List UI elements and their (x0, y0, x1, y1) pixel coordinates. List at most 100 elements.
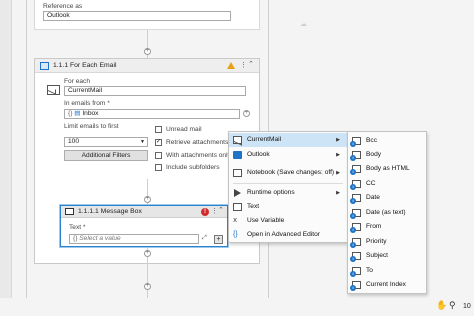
outlook-activity-icon (40, 62, 49, 70)
with-attachments-label: With attachments only (166, 152, 231, 159)
submenu-item-date[interactable]: i Date (348, 191, 426, 205)
reference-as-label: Reference as (43, 3, 83, 10)
collapse-icon[interactable]: ⌃ (248, 60, 254, 68)
retrieve-attachments-checkbox[interactable]: ✓ (155, 139, 162, 146)
menu-item-outlook[interactable]: Outlook ▶ (229, 148, 347, 162)
unread-mail-label: Unread mail (166, 126, 202, 133)
value-context-menu: CurrentMail ▶ Outlook ▶ Notebook (Save c… (228, 131, 348, 243)
submenu-item-from[interactable]: i From (348, 220, 426, 234)
envelope-icon (47, 85, 60, 95)
mail-field-icon: i (350, 194, 361, 204)
folder-icon: ▤ (74, 110, 81, 117)
for-each-label: For each (64, 78, 91, 85)
mail-field-icon: i (350, 238, 361, 248)
braces-icon: {} (68, 110, 73, 117)
text-label: Text * (69, 224, 86, 231)
submenu-item-subject[interactable]: i Subject (348, 249, 426, 263)
add-value-button[interactable]: + (214, 235, 223, 244)
menu-dots-icon[interactable]: ⋮ (240, 61, 247, 69)
outlook-icon (233, 151, 242, 159)
retrieve-attachments-label: Retrieve attachments (166, 139, 229, 146)
watermark: ☁ (300, 21, 307, 28)
braces-icon: {} (233, 231, 238, 238)
status-bar: ✋ ⚲ 10 (0, 298, 474, 316)
mail-field-icon: i (350, 151, 361, 161)
menu-item-text[interactable]: Text (229, 200, 347, 214)
submenu-item-body[interactable]: i Body (348, 148, 426, 162)
zoom-level[interactable]: 10 (463, 303, 471, 310)
menu-item-label: Notebook (Save changes: off) (247, 169, 335, 176)
mail-field-icon: i (350, 137, 361, 147)
include-subfolders-label: Include subfolders (166, 164, 220, 171)
add-folder-button[interactable]: + (243, 110, 250, 117)
reference-as-field[interactable]: Outlook (43, 11, 231, 21)
chevron-right-icon: ▶ (336, 170, 340, 176)
submenu-item-current-index[interactable]: i Current Index (348, 278, 426, 292)
menu-item-currentmail[interactable]: CurrentMail ▶ (229, 133, 347, 147)
submenu-item-cc[interactable]: i CC (348, 177, 426, 191)
message-text-field[interactable]: {} Select a value (69, 234, 199, 244)
search-icon[interactable]: ⚲ (449, 300, 456, 311)
envelope-icon (233, 136, 242, 144)
sequence-line (26, 0, 27, 298)
add-after-message-button[interactable]: + (144, 250, 151, 257)
menu-item-runtime-options[interactable]: Runtime options ▶ (229, 186, 347, 200)
menu-item-label: Use Variable (247, 217, 285, 224)
submenu-item-bcc[interactable]: i Bcc (348, 134, 426, 148)
chevron-down-icon: ▼ (140, 139, 145, 145)
mail-field-icon: i (350, 180, 361, 190)
mail-field-icon: i (350, 209, 361, 219)
in-emails-from-label: In emails from * (64, 100, 110, 107)
add-activity-bottom-button[interactable]: + (144, 283, 151, 290)
message-box-activity[interactable]: 1.1.1.1 Message Box ! ⋮ ⌃ Text * {} Sele… (60, 205, 228, 247)
submenu-item-date-text[interactable]: i Date (as text) (348, 206, 426, 220)
add-activity-button[interactable]: + (144, 48, 151, 55)
submenu-item-body-html[interactable]: i Body as HTML (348, 162, 426, 176)
folder-field[interactable]: {} ▤ Inbox (64, 109, 240, 119)
with-attachments-checkbox[interactable] (155, 152, 162, 159)
limit-value: 100 (68, 138, 80, 145)
menu-separator (233, 183, 343, 184)
chevron-right-icon: ▶ (336, 137, 340, 143)
for-each-variable-field[interactable]: CurrentMail (64, 86, 246, 96)
limit-field[interactable]: 100 ▼ (64, 137, 148, 147)
error-icon[interactable]: ! (201, 208, 209, 216)
warning-icon[interactable] (227, 62, 235, 69)
menu-item-label: CurrentMail (247, 136, 282, 143)
index-icon: i (350, 281, 361, 291)
currentmail-submenu: i Bcc i Body i Body as HTML i CC i Date i Date… (347, 131, 427, 294)
menu-item-label: Text (247, 203, 260, 210)
unread-mail-checkbox[interactable] (155, 126, 162, 133)
chevron-right-icon: ▶ (336, 190, 340, 196)
play-icon (234, 189, 241, 197)
limit-label: Limit emails to first (64, 123, 119, 130)
hand-tool-icon[interactable]: ✋ (436, 300, 447, 311)
message-placeholder: Select a value (79, 235, 121, 242)
submenu-item-to[interactable]: i To (348, 264, 426, 278)
message-box-header[interactable]: 1.1.1.1 Message Box ! ⋮ ⌃ (61, 206, 227, 218)
left-rail (0, 0, 12, 316)
use-application-card[interactable]: Reference as Outlook (34, 0, 260, 30)
submenu-item-priority[interactable]: i Priority (348, 235, 426, 249)
mail-field-icon: i (350, 223, 361, 233)
expand-icon[interactable]: ⤢ (202, 235, 207, 242)
braces-icon: {} (73, 235, 78, 242)
mail-field-icon: i (350, 165, 361, 175)
collapse-icon[interactable]: ⌃ (218, 206, 224, 214)
menu-item-advanced-editor[interactable]: {} Open in Advanced Editor (229, 228, 347, 242)
text-icon (233, 203, 242, 211)
menu-dots-icon[interactable]: ⋮ (211, 207, 218, 215)
for-each-header[interactable]: 1.1.1 For Each Email ⋮ ⌃ (35, 59, 259, 73)
connector-line-bottom (147, 264, 148, 298)
notebook-icon (233, 169, 242, 177)
variable-icon: ⅹ (233, 217, 238, 224)
menu-item-label: Outlook (247, 151, 270, 158)
menu-item-notebook[interactable]: Notebook (Save changes: off) ▶ (229, 166, 347, 180)
message-box-icon (65, 208, 74, 215)
include-subfolders-checkbox[interactable] (155, 164, 162, 171)
for-each-title: 1.1.1 For Each Email (53, 62, 117, 69)
add-inner-activity-button[interactable]: + (144, 196, 151, 203)
mail-field-icon: i (350, 252, 361, 262)
menu-item-use-variable[interactable]: ⅹ Use Variable (229, 214, 347, 228)
additional-filters-button[interactable]: Additional Filters (64, 150, 148, 161)
